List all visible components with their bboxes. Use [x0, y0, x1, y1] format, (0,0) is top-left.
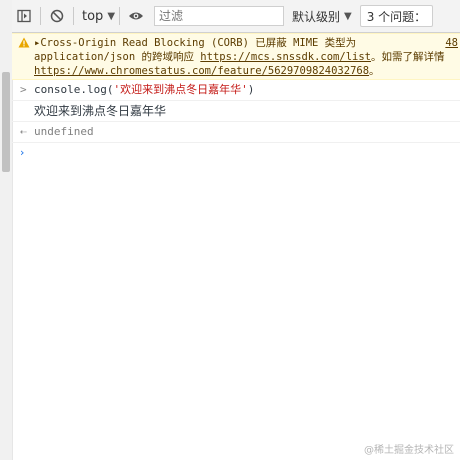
- blocked-url-link[interactable]: https://mcs.snssdk.com/list: [200, 51, 371, 63]
- context-selector[interactable]: top ▼: [82, 9, 115, 24]
- return-value-row[interactable]: ⇠ undefined: [12, 122, 460, 143]
- sidebar-icon: [17, 9, 31, 23]
- warning-details: 。如需了解详情: [370, 51, 445, 63]
- command-entry[interactable]: > console.log('欢迎来到沸点冬日嘉年华'): [12, 80, 460, 101]
- issues-label: 3 个问题：: [366, 9, 427, 24]
- chevron-down-icon: ▼: [344, 10, 352, 22]
- toolbar-divider: [40, 7, 41, 25]
- chevron-down-icon: ▼: [107, 10, 116, 22]
- toolbar-divider: [119, 7, 121, 25]
- log-levels-label: 默认级别: [292, 9, 341, 24]
- source-reference-link[interactable]: 48: [445, 36, 458, 50]
- warning-text: application/json 的跨域响应: [34, 51, 201, 63]
- warning-end: 。: [369, 65, 380, 77]
- clear-console-button[interactable]: [45, 4, 69, 28]
- eye-icon: [129, 12, 144, 20]
- command-prefix: console.log(: [34, 83, 114, 96]
- show-sidebar-button[interactable]: [12, 4, 36, 28]
- log-levels-dropdown[interactable]: 默认级别 ▼: [292, 8, 352, 25]
- live-expression-button[interactable]: [124, 4, 148, 28]
- warning-icon: [18, 37, 30, 52]
- warning-line-1[interactable]: ▸Cross-Origin Read Blocking (CORB) 已屏蔽 M…: [34, 36, 460, 50]
- console-prompt[interactable]: ›: [12, 143, 460, 165]
- log-output-text: 欢迎来到沸点冬日嘉年华: [34, 104, 167, 118]
- issues-button[interactable]: 3 个问题：: [359, 5, 434, 27]
- warning-line-3: https://www.chromestatus.com/feature/562…: [34, 64, 460, 78]
- toolbar-divider: [73, 7, 74, 25]
- console-messages: ▸Cross-Origin Read Blocking (CORB) 已屏蔽 M…: [12, 33, 460, 165]
- warning-prefix: ▸Cross-Origin Read Blocking (CORB) 已屏蔽 M…: [34, 37, 357, 49]
- filter-input[interactable]: [154, 6, 285, 26]
- prompt-chevron-icon: ›: [20, 146, 25, 159]
- context-label: top: [82, 8, 104, 24]
- warning-line-2: application/json 的跨域响应 https://mcs.snssd…: [34, 50, 460, 64]
- return-arrow-icon: ⇠: [20, 125, 27, 138]
- chevron-right-icon: >: [20, 83, 27, 96]
- command-suffix: ): [247, 83, 255, 96]
- console-toolbar: top ▼ 默认级别 ▼ 3 个问题：: [12, 0, 460, 33]
- log-output-row[interactable]: 欢迎来到沸点冬日嘉年华: [12, 101, 460, 122]
- watermark: @稀土掘金技术社区: [364, 445, 454, 456]
- chromestatus-link[interactable]: https://www.chromestatus.com/feature/562…: [34, 65, 369, 77]
- return-value: undefined: [34, 125, 94, 138]
- command-string: '欢迎来到沸点冬日嘉年华': [113, 83, 248, 96]
- clear-icon: [50, 9, 64, 23]
- scrollbar-thumb[interactable]: [2, 72, 10, 172]
- corb-warning-message: ▸Cross-Origin Read Blocking (CORB) 已屏蔽 M…: [12, 33, 460, 80]
